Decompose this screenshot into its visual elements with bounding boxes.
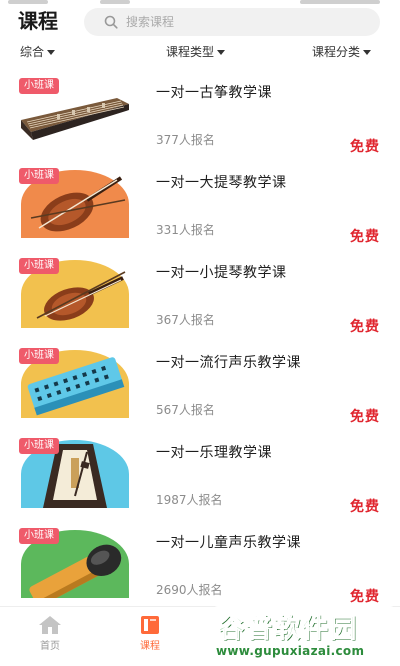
course-item[interactable]: 小班课 一对一大提琴教学课 331人报名 免费 bbox=[0, 156, 400, 246]
course-thumbnail: 小班课 bbox=[17, 78, 133, 148]
course-enrolled-count: 1987人报名 bbox=[156, 493, 223, 507]
course-enrolled-count: 331人报名 bbox=[156, 223, 215, 237]
course-enrolled-count: 567人报名 bbox=[156, 403, 215, 417]
watermark-url: www.gupuxiazai.com bbox=[216, 644, 365, 658]
search-input[interactable] bbox=[126, 8, 366, 36]
course-item[interactable]: 小班课 一对一古筝教学课 377人报名 免费 bbox=[0, 66, 400, 156]
filter-course-category[interactable]: 课程分类 bbox=[312, 40, 372, 64]
filter-course-type[interactable]: 课程类型 bbox=[166, 40, 226, 64]
page-title: 课程 bbox=[18, 9, 58, 33]
search-bar[interactable] bbox=[84, 8, 380, 36]
course-badge: 小班课 bbox=[19, 168, 59, 184]
course-price: 免费 bbox=[350, 319, 380, 335]
course-price: 免费 bbox=[350, 139, 380, 155]
course-title: 一对一小提琴教学课 bbox=[156, 265, 287, 281]
course-enrolled-count: 367人报名 bbox=[156, 313, 215, 327]
caret-down-icon bbox=[363, 49, 372, 55]
course-badge: 小班课 bbox=[19, 258, 59, 274]
watermark-banner: 谷普软件园 bbox=[212, 606, 396, 645]
course-thumbnail: 小班课 bbox=[17, 168, 133, 238]
book-icon bbox=[141, 616, 159, 634]
course-item[interactable]: 小班课 一对一儿童声乐教学课 2690人报名 免费 bbox=[0, 516, 400, 606]
course-item[interactable]: 小班课 一对一乐理教学课 1987人报名 免费 bbox=[0, 426, 400, 516]
filter-sort-label: 综合 bbox=[20, 45, 45, 59]
caret-down-icon bbox=[217, 49, 226, 55]
course-thumbnail: 小班课 bbox=[17, 528, 133, 598]
course-badge: 小班课 bbox=[19, 528, 59, 544]
header: 课程 bbox=[0, 6, 400, 36]
course-title: 一对一流行声乐教学课 bbox=[156, 355, 301, 371]
course-thumbnail: 小班课 bbox=[17, 348, 133, 418]
course-title: 一对一大提琴教学课 bbox=[156, 175, 287, 191]
filter-bar: 综合 课程类型 课程分类 bbox=[0, 40, 400, 64]
caret-down-icon bbox=[47, 49, 56, 55]
home-icon bbox=[39, 616, 61, 634]
tab-course[interactable]: 课程 bbox=[110, 613, 190, 663]
course-badge: 小班课 bbox=[19, 78, 59, 94]
course-price: 免费 bbox=[350, 229, 380, 245]
search-icon bbox=[104, 15, 118, 29]
course-thumbnail: 小班课 bbox=[17, 258, 133, 328]
filter-sort[interactable]: 综合 bbox=[20, 40, 56, 64]
course-price: 免费 bbox=[350, 499, 380, 515]
tab-home[interactable]: 首页 bbox=[10, 613, 90, 663]
course-title: 一对一儿童声乐教学课 bbox=[156, 535, 301, 551]
filter-course-type-label: 课程类型 bbox=[166, 45, 215, 59]
course-badge: 小班课 bbox=[19, 438, 59, 454]
course-enrolled-count: 2690人报名 bbox=[156, 583, 223, 597]
course-price: 免费 bbox=[350, 589, 380, 605]
course-title: 一对一乐理教学课 bbox=[156, 445, 272, 461]
course-list: 小班课 一对一古筝教学课 377人报名 免费 小班课 一对一大提琴教学课 331… bbox=[0, 66, 400, 606]
course-badge: 小班课 bbox=[19, 348, 59, 364]
course-title: 一对一古筝教学课 bbox=[156, 85, 272, 101]
tab-home-label: 首页 bbox=[40, 641, 60, 652]
course-item[interactable]: 小班课 一对一流行声乐教学课 567人报名 免费 bbox=[0, 336, 400, 426]
watermark-text: 谷普软件园 bbox=[217, 614, 359, 645]
course-price: 免费 bbox=[350, 409, 380, 425]
course-item[interactable]: 小班课 一对一小提琴教学课 367人报名 免费 bbox=[0, 246, 400, 336]
filter-course-category-label: 课程分类 bbox=[312, 45, 361, 59]
tab-course-label: 课程 bbox=[140, 641, 160, 652]
course-thumbnail: 小班课 bbox=[17, 438, 133, 508]
watermark: 谷普软件园 www.gupuxiazai.com bbox=[212, 606, 396, 662]
course-enrolled-count: 377人报名 bbox=[156, 133, 215, 147]
